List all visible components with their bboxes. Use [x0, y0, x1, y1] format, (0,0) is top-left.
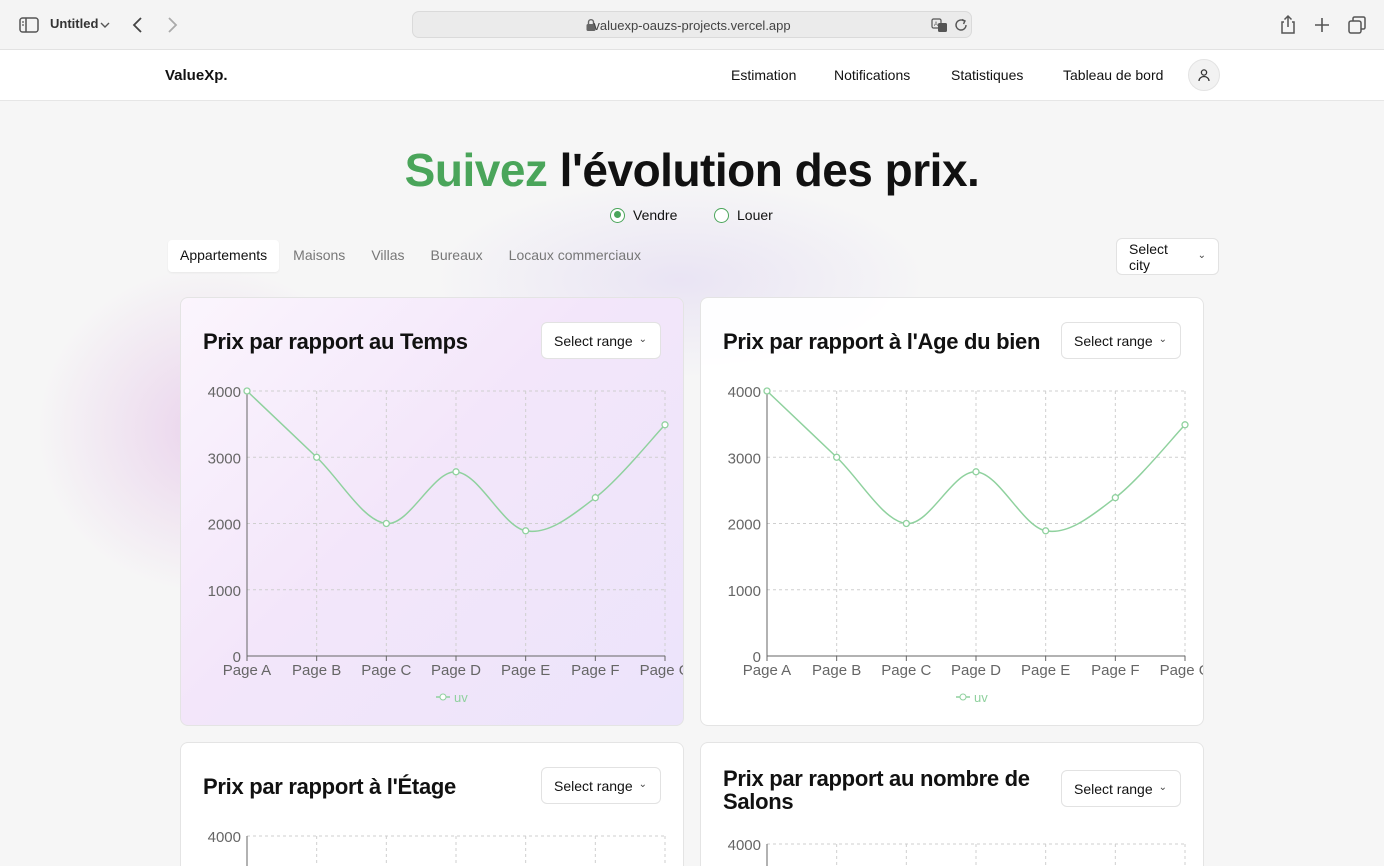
nav-link-statistiques[interactable]: Statistiques — [951, 67, 1023, 83]
y-tick-label: 4000 — [728, 384, 761, 401]
radio-label: Vendre — [633, 207, 678, 223]
x-tick-label: Page C — [361, 662, 411, 679]
x-tick-label: Page B — [292, 662, 341, 679]
data-point — [243, 387, 251, 395]
data-point — [313, 453, 321, 461]
tab-appartements[interactable]: Appartements — [168, 240, 280, 272]
nav-link-estimation[interactable]: Estimation — [731, 67, 796, 83]
radio-vendre[interactable]: Vendre — [610, 205, 677, 225]
data-point — [591, 494, 599, 502]
page-title-rest: l'évolution des prix. — [547, 144, 980, 196]
property-type-tabs: Appartements Maisons Villas Bureaux Loca… — [168, 240, 653, 272]
reload-icon[interactable] — [953, 17, 969, 33]
x-tick-label: Page D — [431, 662, 481, 679]
y-tick-label: 4000 — [208, 384, 241, 401]
x-tick-label: Page G — [640, 662, 684, 679]
y-tick-label: 3000 — [208, 450, 241, 467]
forward-icon[interactable] — [160, 13, 184, 37]
y-tick-label: 1000 — [208, 583, 241, 600]
radio-louer[interactable]: Louer — [714, 205, 773, 225]
app-navbar: ValueXp. Estimation Notifications Statis… — [0, 50, 1384, 101]
legend-label: uv — [454, 690, 468, 705]
page-title-accent: Suivez — [404, 144, 548, 196]
data-point — [382, 519, 390, 528]
data-point — [763, 387, 771, 395]
chart-card-age: Prix par rapport à l'Age du bien Select … — [700, 297, 1204, 726]
data-point — [452, 468, 460, 476]
x-tick-label: Page A — [223, 662, 271, 679]
line-chart: 4000 — [208, 829, 666, 866]
page-title: Suivez l'évolution des prix. — [0, 143, 1384, 197]
url-text: valuexp-oauzs-projects.vercel.app — [593, 18, 791, 33]
legend-marker — [959, 693, 967, 701]
legend-marker — [439, 693, 447, 701]
radio-label: Louer — [737, 207, 773, 223]
x-tick-label: Page D — [951, 662, 1001, 679]
y-tick-label: 4000 — [208, 829, 241, 846]
radio-button-checked[interactable] — [610, 207, 625, 223]
user-icon — [1198, 69, 1210, 82]
chevron-down-icon[interactable] — [98, 14, 112, 34]
line-chart: 4000 — [728, 837, 1186, 866]
data-point — [661, 421, 669, 429]
data-point — [522, 527, 530, 535]
avatar[interactable] — [1188, 59, 1220, 91]
city-select[interactable]: Select city ⌄ — [1116, 238, 1219, 275]
x-tick-label: Page F — [571, 662, 619, 679]
tab-title[interactable]: Untitled — [50, 16, 98, 31]
x-tick-label: Page E — [501, 662, 550, 679]
back-icon[interactable] — [126, 13, 150, 37]
x-tick-label: Page G — [1160, 662, 1204, 679]
data-point — [833, 453, 841, 461]
city-select-label: Select city — [1129, 240, 1168, 273]
nav-link-notifications[interactable]: Notifications — [834, 67, 910, 83]
x-tick-label: Page C — [881, 662, 931, 679]
svg-text:A: A — [934, 22, 938, 28]
tab-bureaux[interactable]: Bureaux — [419, 240, 495, 272]
tabs-icon[interactable] — [1345, 13, 1369, 37]
chevron-down-icon: ⌄ — [1197, 250, 1206, 261]
data-point — [1181, 421, 1189, 429]
tab-locaux-commerciaux[interactable]: Locaux commerciaux — [497, 240, 653, 272]
y-tick-label: 1000 — [728, 583, 761, 600]
data-point — [1111, 494, 1119, 502]
plus-icon[interactable] — [1310, 13, 1334, 37]
legend-label: uv — [974, 690, 988, 705]
tab-villas[interactable]: Villas — [359, 240, 416, 272]
x-tick-label: Page F — [1091, 662, 1139, 679]
data-point — [972, 468, 980, 476]
tab-maisons[interactable]: Maisons — [281, 240, 357, 272]
y-tick-label: 3000 — [728, 450, 761, 467]
address-bar[interactable]: valuexp-oauzs-projects.vercel.app A — [412, 11, 972, 38]
x-tick-label: Page A — [743, 662, 791, 679]
data-point — [1042, 527, 1050, 535]
browser-toolbar: Untitled valuexp-oauzs-projects.vercel.a… — [0, 0, 1384, 50]
radio-button[interactable] — [714, 207, 729, 223]
brand-logo[interactable]: ValueXp. — [165, 67, 228, 84]
chart-card-salons: Prix par rapport au nombre de Salons Sel… — [700, 742, 1204, 866]
y-tick-label: 2000 — [208, 517, 241, 534]
data-point — [902, 519, 910, 528]
sidebar-icon[interactable] — [17, 13, 41, 37]
line-chart: 01000200030004000Page A Page B Page C Page … — [208, 384, 684, 705]
nav-link-tableau-de-bord[interactable]: Tableau de bord — [1063, 67, 1163, 83]
x-tick-label: Page E — [1021, 662, 1070, 679]
x-tick-label: Page B — [812, 662, 861, 679]
share-icon[interactable] — [1276, 13, 1300, 37]
y-tick-label: 2000 — [728, 517, 761, 534]
translate-icon[interactable]: A — [931, 17, 949, 33]
series-line — [766, 390, 1186, 533]
chart-card-etage: Prix par rapport à l'Étage Select range … — [180, 742, 684, 866]
series-line — [246, 390, 666, 533]
y-tick-label: 4000 — [728, 837, 761, 854]
chart-card-temps: Prix par rapport au Temps Select range ⌄… — [180, 297, 684, 726]
line-chart: 01000200030004000Page A Page B Page C Page … — [728, 384, 1204, 705]
